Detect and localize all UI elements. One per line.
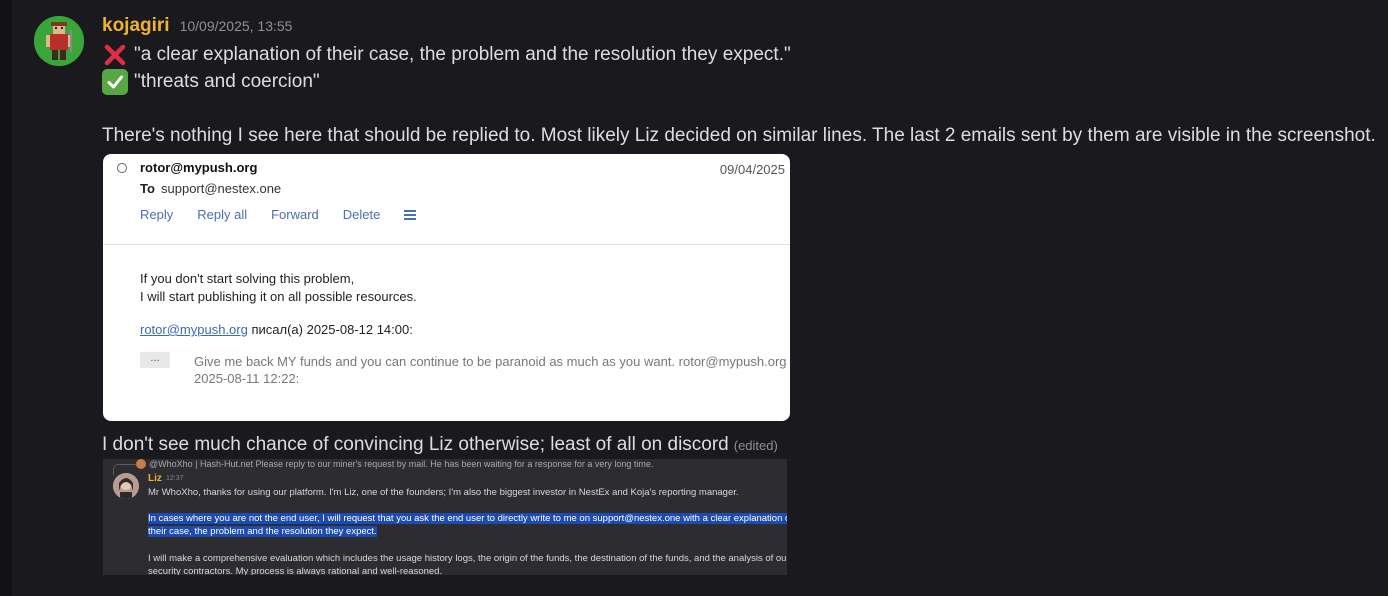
message-text: "a clear explanation of their case, the … <box>134 44 791 65</box>
email-date: 09/04/2025 <box>719 162 785 177</box>
email-body-line: If you don't start solving this problem, <box>140 271 355 286</box>
message-line-4: I don't see much chance of convincing Li… <box>102 434 778 456</box>
message-line-3: There's nothing I see here that should b… <box>102 125 1376 147</box>
email-actions: Reply Reply all Forward Delete <box>140 207 417 222</box>
username: Liz <box>148 473 162 484</box>
cross-mark-icon <box>102 42 128 68</box>
quote-link: rotor@mypush.org <box>140 322 248 337</box>
select-radio-icon <box>117 163 127 173</box>
message-text: security contractors. My process is alwa… <box>148 566 443 575</box>
reply-button: Reply <box>140 207 174 222</box>
email-body-line: I will start publishing it on all possib… <box>140 289 417 304</box>
message-text: I don't see much chance of convincing Li… <box>102 434 729 455</box>
menu-icon <box>404 208 417 222</box>
server-sidebar-edge <box>0 0 12 596</box>
message-text: Mr WhoXho, thanks for using our platform… <box>148 487 739 498</box>
chat-message: kojagiri 10/09/2025, 13:55 "a clear expl… <box>12 0 1388 596</box>
email-screenshot[interactable]: rotor@mypush.org 09/04/2025 To support@n… <box>103 154 790 421</box>
highlighted-text: In cases where you are not the end user,… <box>148 513 787 524</box>
discord-screenshot[interactable]: @WhoXho | Hash-Hut.net Please reply to o… <box>103 459 787 575</box>
divider <box>103 244 790 245</box>
quote-header-text: писал(а) 2025-08-12 14:00: <box>247 322 413 337</box>
quoted-text: Give me back MY funds and you can contin… <box>194 354 790 369</box>
check-mark-icon <box>102 69 128 95</box>
quoted-text: 2025-08-11 12:22: <box>194 371 300 386</box>
email-from: rotor@mypush.org <box>140 160 258 175</box>
message-text: "threats and coercion" <box>134 71 320 92</box>
expand-quote-button: ... <box>140 352 170 368</box>
highlighted-text: their case, the problem and the resoluti… <box>148 526 377 537</box>
message-text: I will make a comprehensive evaluation w… <box>148 553 787 564</box>
quote-header: rotor@mypush.org писал(а) 2025-08-12 14:… <box>140 322 413 337</box>
delete-button: Delete <box>342 207 381 222</box>
timestamp: 12:37 <box>166 475 184 482</box>
avatar <box>113 473 139 499</box>
forward-button: Forward <box>271 207 319 222</box>
username[interactable]: kojagiri <box>102 15 170 37</box>
reply-all-button: Reply all <box>197 207 248 222</box>
message-line-2: "threats and coercion" <box>102 69 320 95</box>
message-text: There's nothing I see here that should b… <box>102 125 1376 146</box>
message-line-1: "a clear explanation of their case, the … <box>102 42 791 68</box>
reply-preview: @WhoXho | Hash-Hut.net Please reply to o… <box>149 459 654 469</box>
avatar[interactable] <box>34 16 84 66</box>
reply-avatar <box>136 459 146 469</box>
message-header: kojagiri 10/09/2025, 13:55 <box>102 15 292 41</box>
timestamp[interactable]: 10/09/2025, 13:55 <box>180 18 293 34</box>
edited-label: (edited) <box>733 437 778 453</box>
email-to-label: To <box>140 181 155 196</box>
email-to: support@nestex.one <box>161 181 282 196</box>
